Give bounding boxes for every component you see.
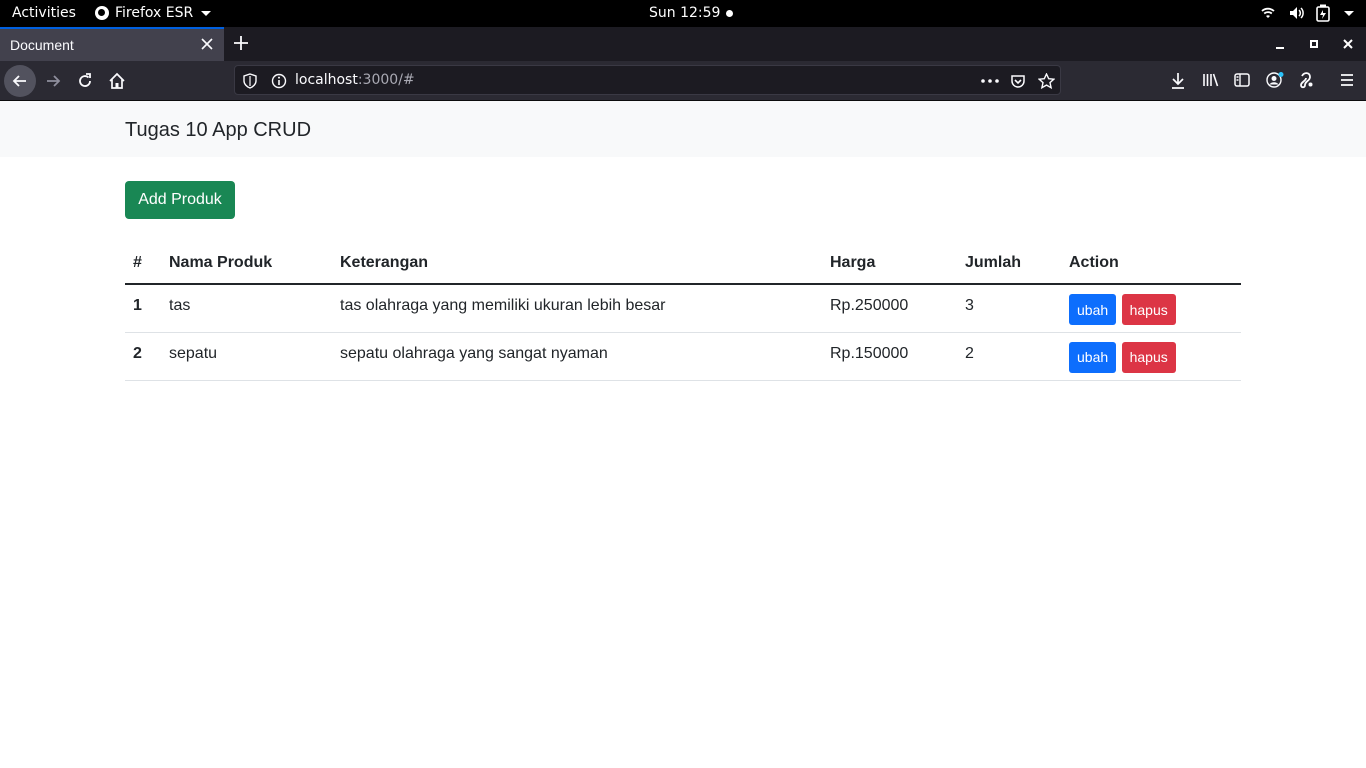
product-table: # Nama Produk Keterangan Harga Jumlah Ac… (125, 243, 1241, 381)
product-price: Rp.150000 (822, 332, 957, 381)
row-number: 1 (125, 284, 161, 333)
more-actions-icon[interactable] (981, 79, 999, 83)
info-icon[interactable] (271, 73, 287, 89)
delete-button[interactable]: hapus (1121, 294, 1176, 325)
sidebar-icon[interactable] (1234, 72, 1250, 88)
system-tray[interactable] (1260, 4, 1354, 22)
row-actions: ubah hapus (1061, 284, 1241, 333)
product-price: Rp.250000 (822, 284, 957, 333)
page-navbar: Tugas 10 App CRUD (0, 101, 1366, 157)
clock[interactable]: Sun 12:59 (649, 5, 734, 21)
wifi-icon (1261, 7, 1275, 18)
app-menu[interactable]: Firefox ESR (95, 5, 212, 21)
product-description: sepatu olahraga yang sangat nyaman (332, 332, 822, 381)
reload-button[interactable] (69, 65, 101, 97)
table-row: 1 tas tas olahraga yang memiliki ukuran … (125, 284, 1241, 333)
product-quantity: 3 (957, 284, 1061, 333)
column-header-description: Keterangan (332, 243, 822, 285)
home-button[interactable] (101, 65, 133, 97)
row-actions: ubah hapus (1061, 332, 1241, 381)
battery-icon (1316, 4, 1330, 22)
column-header-price: Harga (822, 243, 957, 285)
product-quantity: 2 (957, 332, 1061, 381)
maximize-icon[interactable] (1307, 37, 1321, 51)
column-header-name: Nama Produk (161, 243, 332, 285)
gnome-extension-icon[interactable] (1298, 72, 1314, 89)
arrow-left-icon (12, 75, 26, 87)
library-icon[interactable] (1202, 72, 1219, 88)
url-bar[interactable]: localhost:3000/# (234, 65, 1061, 95)
activities-button[interactable]: Activities (12, 5, 76, 21)
chevron-down-icon (1344, 10, 1354, 16)
table-header: # Nama Produk Keterangan Harga Jumlah Ac… (125, 243, 1241, 285)
column-header-number: # (125, 243, 161, 285)
tab-title: Document (10, 37, 74, 53)
firefox-icon (95, 6, 109, 20)
new-tab-icon[interactable] (232, 34, 250, 52)
reload-icon (79, 73, 91, 87)
home-icon (109, 72, 125, 89)
account-icon[interactable] (1266, 72, 1284, 88)
minimize-icon[interactable] (1273, 37, 1287, 51)
delete-button[interactable]: hapus (1121, 341, 1176, 373)
bookmark-star-icon[interactable] (1038, 73, 1055, 89)
arrow-right-icon (47, 75, 61, 87)
navigation-toolbar: localhost:3000/# (0, 61, 1366, 101)
close-tab-icon[interactable] (200, 37, 214, 51)
product-name: sepatu (161, 332, 332, 381)
forward-button[interactable] (37, 65, 69, 97)
app-menu-label: Firefox ESR (115, 5, 194, 21)
volume-icon (1290, 7, 1304, 19)
notification-dot-icon (726, 9, 734, 17)
column-header-quantity: Jumlah (957, 243, 1061, 285)
page-brand[interactable]: Tugas 10 App CRUD (125, 119, 311, 142)
edit-button[interactable]: ubah (1069, 294, 1117, 325)
tab-strip: Document (0, 27, 1366, 61)
chevron-down-icon (201, 10, 212, 16)
download-icon[interactable] (1170, 72, 1186, 89)
column-header-action: Action (1061, 243, 1241, 285)
add-product-button[interactable]: Add Produk (125, 181, 235, 219)
product-description: tas olahraga yang memiliki ukuran lebih … (332, 284, 822, 333)
system-top-bar: Activities Firefox ESR Sun 12:59 (0, 0, 1366, 27)
edit-button[interactable]: ubah (1069, 341, 1117, 373)
url-host: localhost (295, 72, 358, 88)
table-row: 2 sepatu sepatu olahraga yang sangat nya… (125, 332, 1241, 381)
back-button[interactable] (4, 65, 36, 97)
url-path: :3000/# (357, 72, 415, 88)
hamburger-menu-icon[interactable] (1339, 72, 1355, 88)
pocket-icon[interactable] (1010, 73, 1026, 89)
close-window-icon[interactable] (1341, 37, 1355, 51)
shield-icon[interactable] (243, 73, 257, 89)
url-text[interactable]: localhost:3000/# (295, 72, 415, 88)
row-number: 2 (125, 332, 161, 381)
tab-document[interactable]: Document (0, 27, 224, 61)
product-name: tas (161, 284, 332, 333)
clock-label: Sun 12:59 (649, 5, 721, 21)
